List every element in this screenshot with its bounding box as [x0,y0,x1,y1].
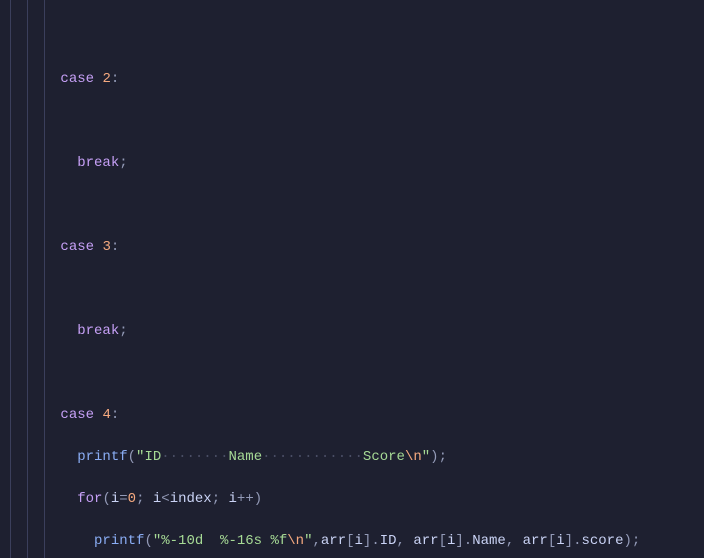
code-editor[interactable]: case 2: break; case 3: break; case 4: pr… [0,0,704,558]
code-line: break; [10,153,704,174]
code-line: printf("%-10d %-16s %f\n",arr[i].ID, arr… [10,531,704,552]
code-block: case 2: break; case 3: break; case 4: pr… [10,48,704,558]
code-line: case 3: [10,237,704,258]
code-line: for(i=0; i<index; i++) [10,489,704,510]
code-line: break; [10,321,704,342]
code-line [10,111,704,132]
code-line: case 2: [10,69,704,90]
code-line [10,279,704,300]
code-line: case 4: [10,405,704,426]
code-line [10,195,704,216]
code-line [10,363,704,384]
code-line: printf("ID········Name············Score\… [10,447,704,468]
